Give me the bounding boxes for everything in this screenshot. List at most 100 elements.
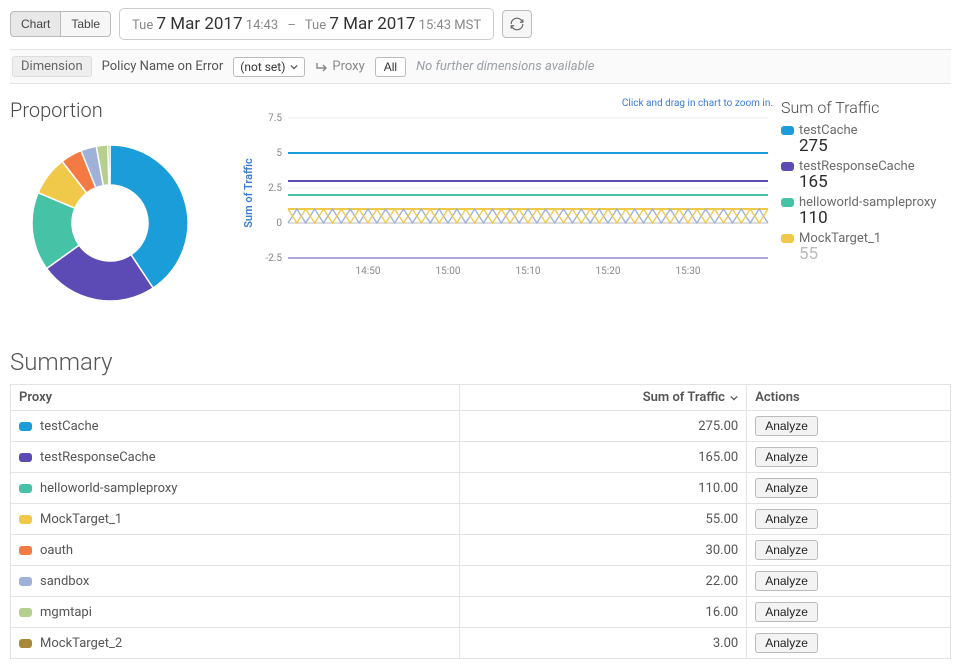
drill-arrow-icon <box>315 61 329 73</box>
sum-cell: 275.00 <box>459 411 747 442</box>
to-dow: Tue <box>305 18 326 33</box>
analyze-button[interactable]: Analyze <box>755 416 818 436</box>
traffic-line-chart[interactable]: -2.502.557.5Sum of Traffic14:5015:0015:1… <box>238 98 778 288</box>
row-swatch <box>19 453 32 462</box>
legend-item[interactable]: MockTarget_155 <box>781 231 951 264</box>
no-further-dimensions: No further dimensions available <box>416 59 594 74</box>
sum-cell: 165.00 <box>459 442 747 473</box>
legend-swatch <box>781 234 794 243</box>
sum-cell: 3.00 <box>459 628 747 659</box>
table-row: MockTarget_2 3.00 Analyze <box>11 628 951 659</box>
svg-text:Sum of Traffic: Sum of Traffic <box>242 158 255 228</box>
actions-cell: Analyze <box>747 473 951 504</box>
col-sum[interactable]: Sum of Traffic <box>459 385 747 411</box>
table-row: oauth30.00Analyze <box>11 535 951 566</box>
row-swatch <box>19 639 32 648</box>
view-toggle: Chart Table <box>10 11 111 37</box>
svg-text:2.5: 2.5 <box>268 183 282 194</box>
all-button[interactable]: All <box>375 57 406 77</box>
sum-cell: 110.00 <box>459 473 747 504</box>
table-tab[interactable]: Table <box>61 11 111 37</box>
from-date: 7 Mar 2017 <box>156 14 242 34</box>
to-date: 7 Mar 2017 <box>329 14 415 34</box>
drill-path: Proxy <box>315 59 364 74</box>
sum-cell: 16.00 <box>459 597 747 628</box>
legend-item[interactable]: testResponseCache165 <box>781 159 951 192</box>
proxy-cell: oauth <box>11 535 460 566</box>
row-swatch <box>19 422 32 431</box>
col-proxy[interactable]: Proxy <box>11 385 460 411</box>
proxy-name: testCache <box>40 419 99 434</box>
chart-tab[interactable]: Chart <box>10 11 61 37</box>
svg-text:7.5: 7.5 <box>268 113 282 124</box>
svg-text:15:00: 15:00 <box>436 266 461 277</box>
analyze-button[interactable]: Analyze <box>755 540 818 560</box>
analyze-button[interactable]: Analyze <box>755 509 818 529</box>
svg-text:-2.5: -2.5 <box>265 253 282 264</box>
table-row: mgmtapi 16.00 Analyze <box>11 597 951 628</box>
actions-cell: Analyze <box>747 411 951 442</box>
proxy-cell: MockTarget_1 <box>11 504 460 535</box>
from-dow: Tue <box>132 18 153 33</box>
legend-swatch <box>781 198 794 207</box>
to-time: 15:43 <box>419 18 451 33</box>
actions-cell: Analyze <box>747 442 951 473</box>
analyze-button[interactable]: Analyze <box>755 602 818 622</box>
refresh-button[interactable] <box>502 10 532 38</box>
dimension-selected-value: (not set) <box>240 60 285 74</box>
dimension-label: Dimension <box>12 56 92 77</box>
proxy-name: testResponseCache <box>40 450 156 465</box>
from-time: 14:43 <box>246 18 278 33</box>
proxy-name: MockTarget_2 <box>40 636 122 651</box>
sort-desc-icon <box>730 394 738 402</box>
analyze-button[interactable]: Analyze <box>755 478 818 498</box>
svg-text:15:20: 15:20 <box>596 266 621 277</box>
legend-item[interactable]: helloworld-sampleproxy110 <box>781 195 951 228</box>
proportion-donut-chart[interactable] <box>10 128 210 308</box>
chevron-down-icon <box>290 63 298 71</box>
svg-text:14:50: 14:50 <box>356 266 381 277</box>
legend-title: Sum of Traffic <box>781 98 951 117</box>
table-row: testCache 275.00 Analyze <box>11 411 951 442</box>
sum-cell: 55.00 <box>459 504 747 535</box>
donut-slice[interactable] <box>108 145 110 185</box>
legend-item[interactable]: testCache275 <box>781 123 951 156</box>
proxy-cell: testCache <box>11 411 460 442</box>
col-actions: Actions <box>747 385 951 411</box>
proportion-title: Proportion <box>10 98 230 122</box>
refresh-icon <box>510 17 524 31</box>
proxy-name: mgmtapi <box>40 605 92 620</box>
table-row: MockTarget_1 55.00 Analyze <box>11 504 951 535</box>
row-swatch <box>19 515 32 524</box>
row-swatch <box>19 546 32 555</box>
actions-cell: Analyze <box>747 628 951 659</box>
date-range-picker[interactable]: Tue 7 Mar 2017 14:43 – Tue 7 Mar 2017 15… <box>119 8 494 40</box>
legend-value: 110 <box>799 208 951 228</box>
proxy-cell: mgmtapi <box>11 597 460 628</box>
summary-table: Proxy Sum of Traffic Actions testCache 27… <box>10 384 951 659</box>
svg-text:15:30: 15:30 <box>676 266 701 277</box>
actions-cell: Analyze <box>747 566 951 597</box>
table-row: sandbox22.00 Analyze <box>11 566 951 597</box>
dimension-select[interactable]: (not set) <box>233 57 305 77</box>
legend-swatch <box>781 162 794 171</box>
zoom-hint: Click and drag in chart to zoom in. <box>622 98 773 109</box>
legend-value: 275 <box>799 136 951 156</box>
proxy-cell: MockTarget_2 <box>11 628 460 659</box>
legend-swatch <box>781 126 794 135</box>
row-swatch <box>19 608 32 617</box>
sum-cell: 22.00 <box>459 566 747 597</box>
analyze-button[interactable]: Analyze <box>755 633 818 653</box>
proxy-name: helloworld-sampleproxy <box>40 481 177 496</box>
proxy-cell: testResponseCache <box>11 442 460 473</box>
row-swatch <box>19 484 32 493</box>
proxy-cell: sandbox <box>11 566 460 597</box>
analyze-button[interactable]: Analyze <box>755 447 818 467</box>
row-swatch <box>19 577 32 586</box>
proxy-cell: helloworld-sampleproxy <box>11 473 460 504</box>
table-row: testResponseCache 165.00 Analyze <box>11 442 951 473</box>
legend-value: 165 <box>799 172 951 192</box>
analyze-button[interactable]: Analyze <box>755 571 818 591</box>
proxy-name: MockTarget_1 <box>40 512 122 527</box>
svg-text:5: 5 <box>276 148 282 159</box>
